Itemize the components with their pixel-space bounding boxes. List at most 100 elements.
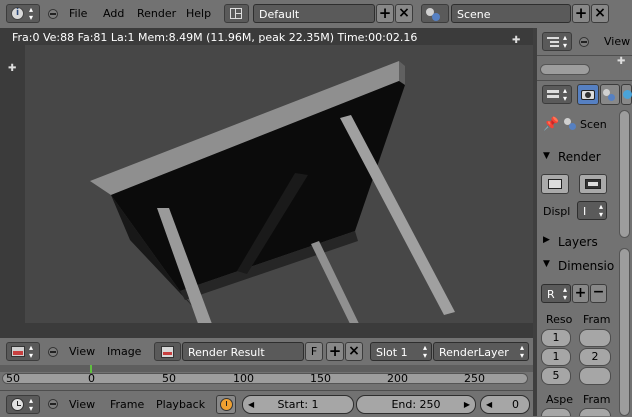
- chevron-updown-icon: ▴ ▾: [598, 202, 603, 219]
- menu-frame[interactable]: Frame: [110, 398, 144, 411]
- render-viewport[interactable]: Fra:0 Ve:88 Fa:81 La:1 Mem:8.49M (11.96M…: [0, 28, 533, 338]
- outliner-scrollbar[interactable]: [540, 64, 590, 75]
- unlink-image-button[interactable]: ×: [345, 342, 363, 361]
- slot-select[interactable]: Slot 1 ▴ ▾: [370, 342, 432, 361]
- editor-type-outliner-button[interactable]: ▴ ▾: [542, 32, 572, 51]
- panel-render-header[interactable]: ▼ Render: [537, 148, 619, 168]
- panel-dimensions-header[interactable]: ▼ Dimensio: [537, 256, 619, 276]
- render-layer-select[interactable]: RenderLayer ▴ ▾: [433, 342, 529, 361]
- start-frame-field[interactable]: ◀ Start: 1: [242, 395, 354, 414]
- editor-type-image-button[interactable]: ▴ ▾: [6, 342, 40, 361]
- render-animation-button[interactable]: [579, 174, 607, 194]
- chevron-updown-icon: ▴ ▾: [29, 396, 34, 413]
- render-context-tab[interactable]: [577, 84, 599, 105]
- menu-playback[interactable]: Playback: [156, 398, 205, 411]
- split-handle-icon[interactable]: ✚: [512, 35, 520, 46]
- menu-help[interactable]: Help: [186, 7, 211, 20]
- editor-type-info-button[interactable]: i ▴ ▾: [6, 4, 40, 23]
- close-icon: ×: [594, 5, 606, 21]
- chevron-updown-icon: ▴ ▾: [562, 285, 567, 302]
- render-image-icon: [548, 179, 562, 189]
- collapse-menu-icon[interactable]: [48, 399, 58, 409]
- collapse-menu-icon[interactable]: [579, 37, 589, 47]
- resolution-label: Reso: [546, 313, 573, 326]
- plus-icon: +: [574, 4, 588, 22]
- image-browse-button[interactable]: [154, 342, 181, 361]
- frame-rate-select[interactable]: [579, 408, 611, 416]
- aspect-label: Aspe: [546, 393, 574, 406]
- scene-name-field[interactable]: Scene: [451, 4, 571, 23]
- frame-start-field[interactable]: [579, 329, 611, 347]
- remove-preset-button[interactable]: −: [590, 284, 607, 303]
- add-layout-button[interactable]: +: [376, 4, 394, 23]
- preview-range-button[interactable]: [216, 395, 236, 414]
- frame-step-field[interactable]: [579, 367, 611, 385]
- properties-scrollbar-lower[interactable]: [619, 248, 630, 416]
- timeline-area[interactable]: [0, 365, 533, 390]
- minus-icon: −: [592, 284, 605, 300]
- chevron-updown-icon: ▴ ▾: [29, 5, 34, 22]
- display-select[interactable]: I ▴ ▾: [577, 201, 607, 220]
- menu-image[interactable]: Image: [107, 345, 141, 358]
- image-name-field[interactable]: Render Result: [182, 342, 304, 361]
- plus-icon: +: [328, 342, 342, 360]
- top-header: i ▴ ▾ File Add Render Help Default + × Sc…: [0, 0, 632, 29]
- delete-layout-button[interactable]: ×: [395, 4, 413, 23]
- split-handle-icon[interactable]: ✚: [8, 63, 16, 74]
- scene-browse-button[interactable]: [421, 4, 449, 23]
- arrow-left-icon[interactable]: ◀: [248, 396, 254, 413]
- close-icon: ×: [348, 343, 360, 359]
- properties-body: 📌 Scen ▼ Render Displ I ▴ ▾ ▶ Layers ▼ Di…: [537, 108, 632, 416]
- arrow-left-icon[interactable]: ◀: [486, 396, 492, 413]
- properties-icon: [547, 89, 559, 100]
- arrow-right-icon[interactable]: ▶: [464, 396, 470, 413]
- screen-layout-button[interactable]: [224, 4, 249, 23]
- collapse-menu-icon[interactable]: [48, 9, 58, 19]
- outliner-body[interactable]: ✚: [537, 56, 632, 80]
- current-frame-field[interactable]: ◀ 0: [480, 395, 530, 414]
- menu-view[interactable]: View: [69, 398, 95, 411]
- add-scene-button[interactable]: +: [572, 4, 590, 23]
- frame-end-field[interactable]: 2: [579, 348, 611, 366]
- split-handle-icon[interactable]: ✚: [617, 56, 625, 67]
- menu-render[interactable]: Render: [137, 7, 176, 20]
- properties-scrollbar[interactable]: [619, 110, 630, 238]
- resolution-percentage-field[interactable]: 5: [541, 367, 571, 385]
- context-path-scene[interactable]: Scen: [580, 118, 607, 131]
- chevron-updown-icon: ▴ ▾: [563, 33, 568, 50]
- layout-grid-icon: [230, 8, 242, 19]
- resolution-x-field[interactable]: 1: [541, 329, 571, 347]
- scene-icon: [564, 118, 578, 131]
- frame-range-label: Fram: [583, 313, 611, 326]
- render-still-button[interactable]: [541, 174, 569, 194]
- fake-user-button[interactable]: F: [305, 342, 323, 361]
- clock-icon: [11, 398, 24, 411]
- menu-view[interactable]: View: [604, 35, 630, 48]
- timeline-scrollbar[interactable]: [2, 373, 528, 384]
- editor-type-properties-button[interactable]: ▴ ▾: [542, 85, 572, 104]
- clock-icon: [220, 398, 233, 411]
- menu-file[interactable]: File: [69, 7, 87, 20]
- editor-type-timeline-button[interactable]: ▴ ▾: [6, 395, 40, 414]
- resolution-y-field[interactable]: 1: [541, 348, 571, 366]
- scene-context-tab[interactable]: [600, 84, 620, 105]
- new-image-button[interactable]: +: [326, 342, 344, 361]
- triangle-down-icon: ▼: [543, 151, 550, 161]
- add-preset-button[interactable]: +: [572, 284, 589, 303]
- render-result-image: [25, 45, 533, 323]
- scene-icon: [426, 8, 442, 21]
- screen-layout-name-field[interactable]: Default: [253, 4, 375, 23]
- timeline-tick: 250: [464, 372, 485, 385]
- delete-scene-button[interactable]: ×: [591, 4, 609, 23]
- outliner-header: ▴ ▾ View: [537, 28, 632, 56]
- image-icon: [161, 346, 174, 358]
- panel-layers-header[interactable]: ▶ Layers: [537, 232, 619, 252]
- menu-add[interactable]: Add: [103, 7, 124, 20]
- world-context-tab[interactable]: [621, 84, 632, 105]
- end-frame-field[interactable]: End: 250 ▶: [356, 395, 476, 414]
- aspect-x-field[interactable]: [541, 408, 571, 416]
- render-presets-select[interactable]: R ▴ ▾: [541, 284, 571, 303]
- collapse-menu-icon[interactable]: [48, 347, 58, 357]
- menu-view[interactable]: View: [69, 345, 95, 358]
- pin-icon[interactable]: 📌: [543, 117, 559, 132]
